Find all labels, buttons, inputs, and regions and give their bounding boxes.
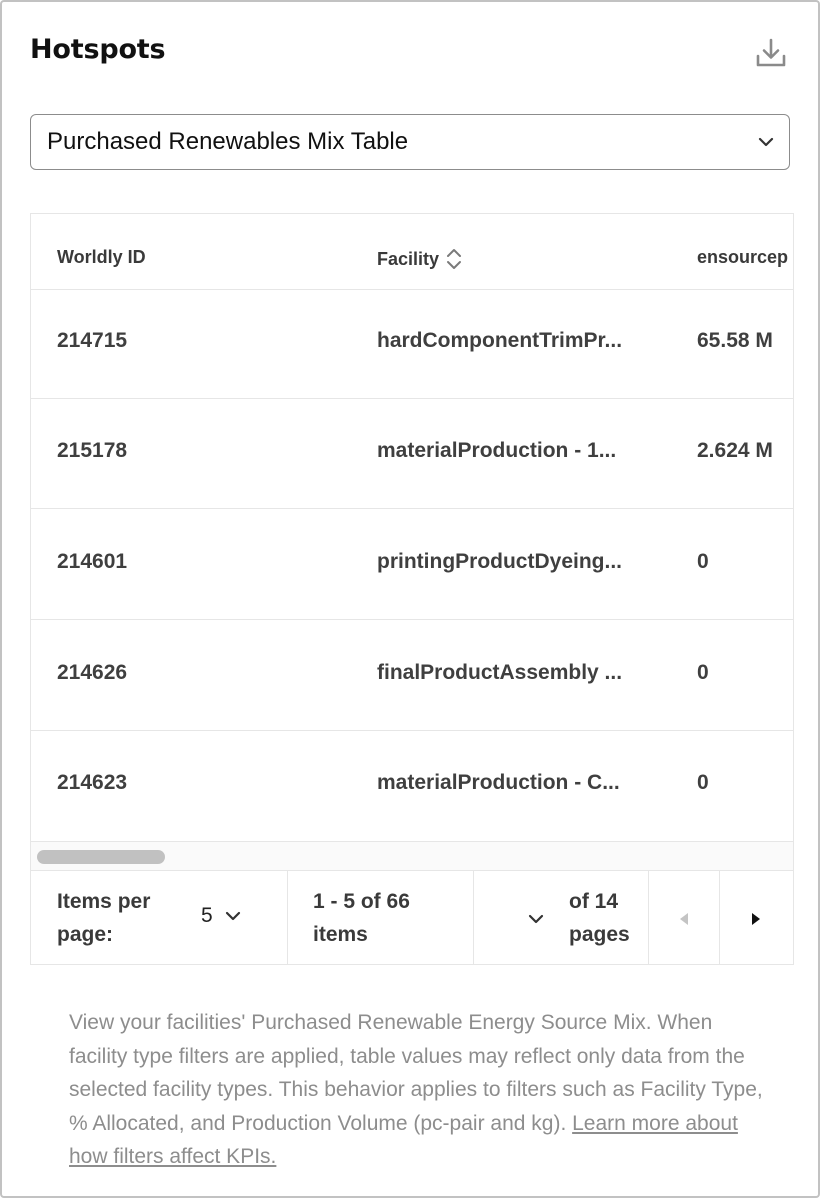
footer-description: View your facilities' Purchased Renewabl… [69,1006,769,1174]
panel-title: Hotspots [30,34,166,65]
table-row[interactable]: 215178 materialProduction - 1... 2.624 M [31,399,793,509]
cell-worldly-id: 214601 [57,550,128,573]
cell-facility: materialProduction - 1... [377,439,617,462]
cell-facility: printingProductDyeing... [377,550,622,573]
page-count-text: of 14 pages [569,885,630,951]
items-per-page-value: 5 [201,904,213,927]
cell-facility: finalProductAssembly ... [377,661,623,684]
page-count-line1: of 14 [569,890,619,913]
column-header-ensource: ensourcep [697,247,789,267]
horizontal-scrollbar[interactable] [31,841,793,871]
table-row[interactable]: 214601 printingProductDyeing... 0 [31,510,793,620]
pager-divider [473,871,474,964]
scrollbar-thumb[interactable] [37,850,165,864]
item-range-line2: items [313,923,368,946]
next-page-button[interactable] [721,871,791,964]
cell-facility: hardComponentTrimPr... [377,329,623,352]
download-button[interactable] [750,32,792,74]
items-per-page-select[interactable]: 5 [201,904,243,928]
table-type-select-value: Purchased Renewables Mix Table [47,128,409,155]
cell-facility: materialProduction - C... [377,771,620,794]
chevron-down-icon [225,911,240,921]
item-range-line1: 1 - 5 of 66 [313,890,410,913]
items-per-page-label-line1: Items per [57,890,151,913]
cell-worldly-id: 214626 [57,661,128,684]
cell-ensource: 0 [697,771,709,794]
table-type-select[interactable]: Purchased Renewables Mix Table [30,114,790,170]
cell-worldly-id: 215178 [57,439,128,462]
caret-right-icon [752,912,760,925]
sort-icon [447,249,462,269]
table-header: Worldly ID Facility ensourcep [31,214,793,290]
pager-divider [287,871,288,964]
column-header-facility-label: Facility [377,248,440,269]
hotspots-panel: Hotspots Purchased Renewables Mix Table … [0,0,820,1198]
cell-ensource: 0 [697,550,709,573]
chevron-down-icon [758,137,774,147]
pagination-bar: Items per page: 5 1 - 5 of 66 items of 1… [31,871,793,964]
table-row[interactable]: 214715 hardComponentTrimPr... 65.58 M [31,289,793,399]
page-select-chevron-down-icon[interactable] [525,908,547,930]
cell-ensource: 0 [697,661,709,684]
pager-divider [719,871,720,964]
column-header-worldly-id: Worldly ID [57,247,146,267]
download-icon [756,38,786,67]
items-per-page-label: Items per page: [57,885,150,951]
cell-ensource: 65.58 M [697,329,773,352]
table-row[interactable]: 214623 materialProduction - C... 0 [31,731,793,841]
caret-left-icon [680,912,688,925]
item-range-text: 1 - 5 of 66 items [313,885,410,951]
cell-worldly-id: 214715 [57,329,128,352]
table-row[interactable]: 214626 finalProductAssembly ... 0 [31,621,793,731]
cell-ensource: 2.624 M [697,439,773,462]
previous-page-button[interactable] [649,871,719,964]
cell-worldly-id: 214623 [57,771,128,794]
page-count-line2: pages [569,923,630,946]
column-header-facility[interactable]: Facility [377,247,463,271]
data-table: Worldly ID Facility ensourcep 214715 har… [30,213,794,965]
items-per-page-label-line2: page: [57,923,114,946]
